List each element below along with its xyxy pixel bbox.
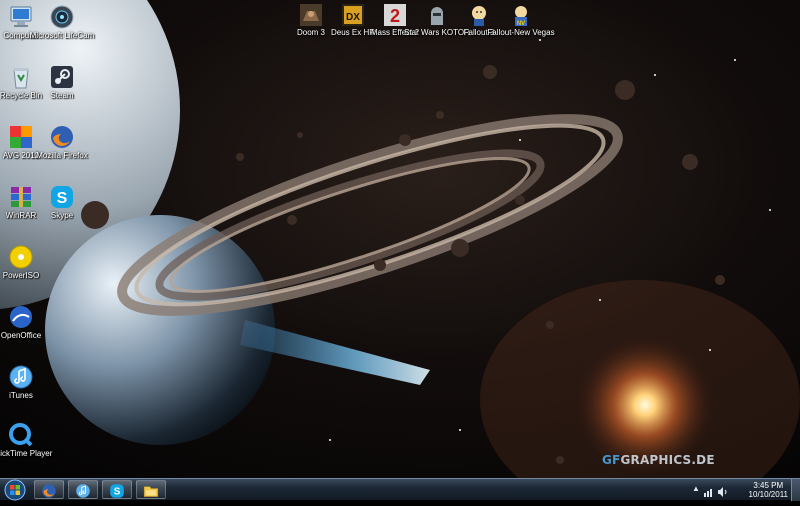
desktop-icon-label: Fallout-New Vegas — [487, 28, 555, 37]
svg-text:DX: DX — [346, 12, 360, 23]
taskbar-explorer-button[interactable] — [136, 480, 166, 499]
clock-date: 10/10/2011 — [748, 490, 788, 499]
show-desktop-button[interactable] — [791, 479, 800, 501]
lifecam-icon — [50, 5, 74, 29]
desktop-icon-label: Skype — [50, 211, 74, 220]
firefox-icon — [42, 484, 56, 498]
desktop-icon-lifecam[interactable]: Microsoft LifeCam — [27, 4, 97, 40]
skype-icon: S — [51, 186, 73, 208]
taskbar-firefox-button[interactable] — [34, 480, 64, 499]
system-tray: ▲ 3:45 PM 10/10/2011 — [690, 479, 800, 501]
desktop-icon-label: Steam — [50, 91, 74, 100]
new-vegas-icon: NV — [515, 6, 527, 27]
desktop-icon-label: Mozilla Firefox — [36, 151, 88, 160]
poweriso-icon — [9, 245, 33, 269]
explorer-icon — [143, 486, 159, 497]
volume-icon[interactable] — [718, 484, 728, 497]
svg-text:NV: NV — [517, 21, 525, 27]
start-button[interactable] — [2, 479, 30, 501]
itunes-icon — [9, 365, 33, 389]
desktop-icon-poweriso[interactable]: PowerISO — [0, 244, 56, 280]
itunes-icon — [76, 484, 90, 498]
desktop-icon-label: QuickTime Player — [0, 449, 53, 458]
wallpaper-watermark: GFGRAPHICS.DE — [602, 453, 715, 467]
desktop-icon-itunes[interactable]: iTunes — [0, 364, 56, 400]
desktop-icon-label: iTunes — [9, 391, 33, 400]
skype-icon: S — [110, 484, 124, 498]
desktop-icon-label: OpenOffice — [0, 331, 42, 340]
desktop-icon-label: Microsoft LifeCam — [29, 31, 95, 40]
clock-time: 3:45 PM — [753, 481, 784, 490]
svg-text:2: 2 — [390, 6, 400, 26]
taskbar: S ▲ 3:45 PM 10/10/2011 — [0, 478, 800, 501]
desktop-icon-label: PowerISO — [2, 271, 40, 280]
desktop-icon-quicktime[interactable]: QuickTime Player — [0, 422, 56, 458]
openoffice-icon — [10, 306, 32, 328]
taskbar-skype-button[interactable]: S — [102, 480, 132, 499]
firefox-icon — [51, 126, 73, 148]
desktop[interactable]: Computer Microsoft LifeCam Recycle Bin S… — [0, 0, 800, 478]
windows-orb-icon — [4, 479, 26, 501]
svg-text:S: S — [57, 190, 68, 207]
desktop-icon-skype[interactable]: S Skype — [27, 184, 97, 220]
network-icon[interactable] — [704, 484, 714, 497]
taskbar-itunes-button[interactable] — [68, 480, 98, 499]
show-hidden-icons-icon[interactable]: ▲ — [692, 484, 700, 493]
desktop-icon-firefox[interactable]: Mozilla Firefox — [27, 124, 97, 160]
space-wallpaper — [0, 0, 800, 478]
quicktime-icon — [9, 423, 33, 447]
steam-icon — [51, 66, 73, 88]
desktop-icon-steam[interactable]: Steam — [27, 64, 97, 100]
desktop-icon-openoffice[interactable]: OpenOffice — [0, 304, 56, 340]
desktop-icon-new-vegas[interactable]: NV Fallout-New Vegas — [486, 3, 556, 37]
svg-text:S: S — [114, 487, 121, 498]
taskbar-clock[interactable]: 3:45 PM 10/10/2011 — [749, 481, 788, 499]
